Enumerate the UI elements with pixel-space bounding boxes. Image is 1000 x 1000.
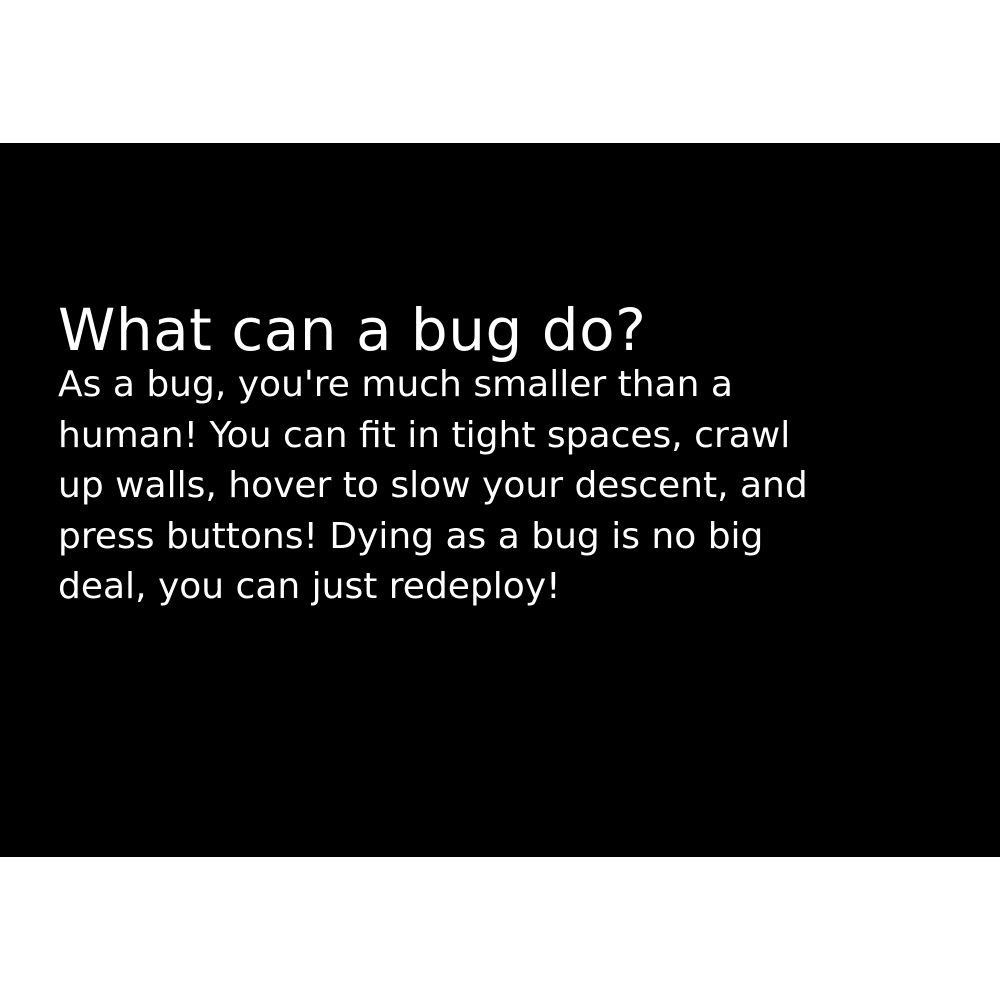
page: What can a bug do? As a bug, you're much… xyxy=(0,0,1000,1000)
info-body: As a bug, you're much smaller than a hum… xyxy=(58,364,808,607)
info-screen: What can a bug do? As a bug, you're much… xyxy=(0,143,1000,857)
info-content: What can a bug do? As a bug, you're much… xyxy=(58,295,938,613)
info-title: What can a bug do? xyxy=(58,296,647,364)
